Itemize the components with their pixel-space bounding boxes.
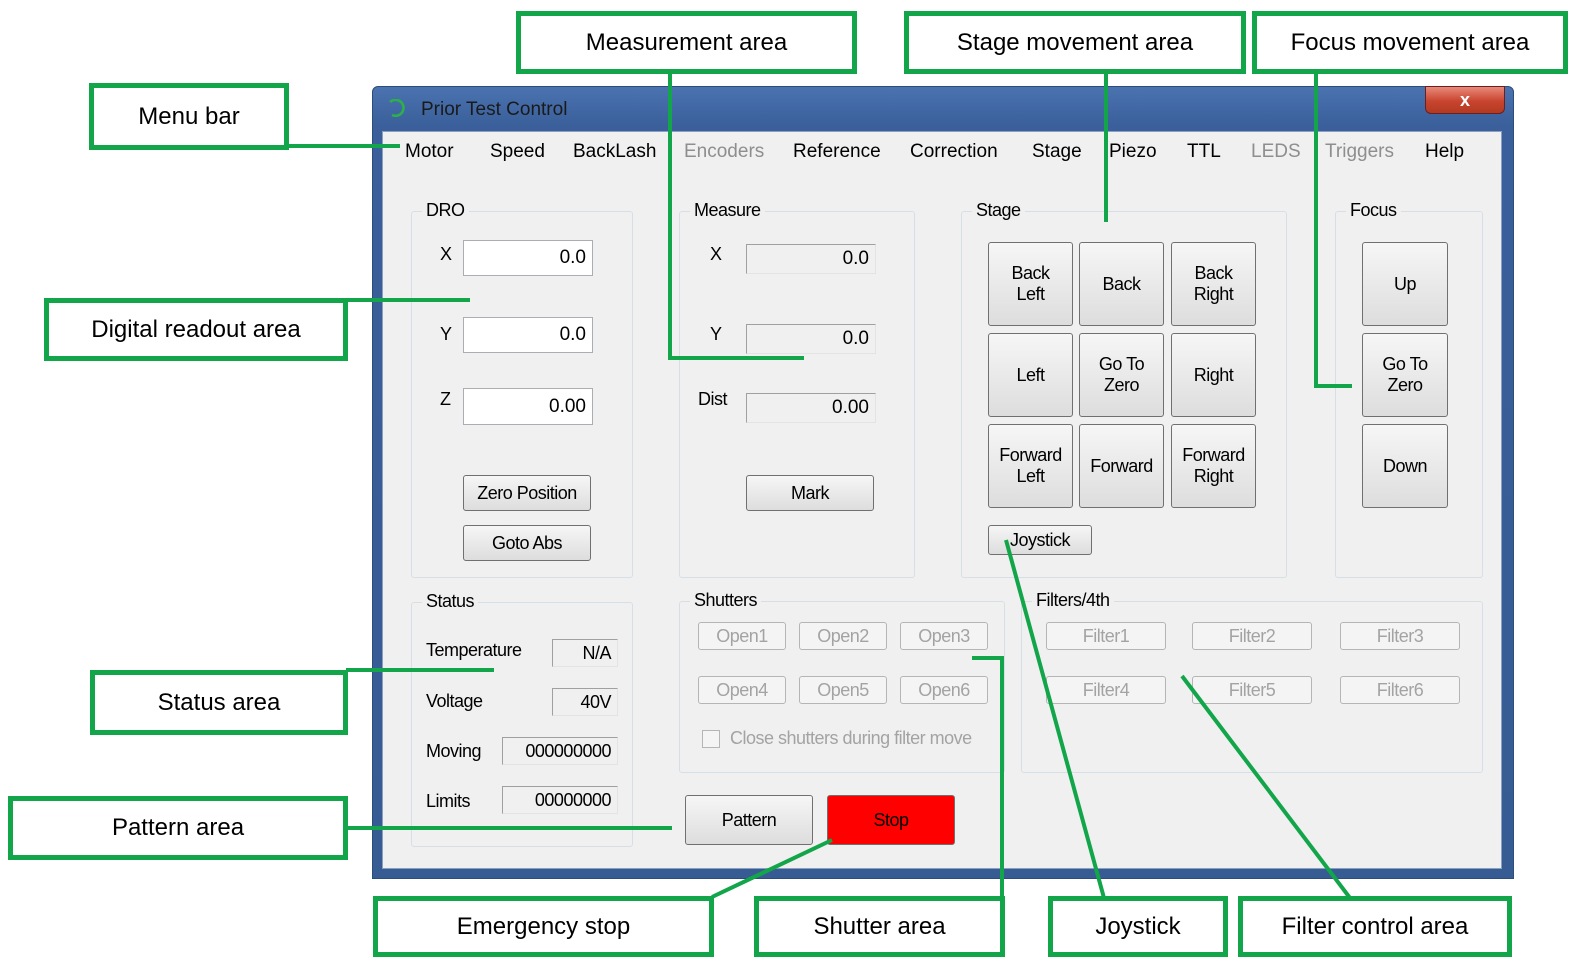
measure-title: Measure xyxy=(690,200,765,221)
temperature-label: Temperature xyxy=(426,640,522,660)
client-area: Motor Speed BackLash Encoders Reference … xyxy=(382,131,1502,869)
stage-forward-left-button[interactable]: Forward Left xyxy=(988,424,1073,508)
callout-filter-control-area: Filter control area xyxy=(1238,896,1512,957)
status-group: Status Temperature N/A Voltage 40V Movin… xyxy=(411,591,633,847)
callout-shutter-area: Shutter area xyxy=(754,896,1005,957)
filters-title: Filters/4th xyxy=(1032,590,1114,611)
measure-x-label: X xyxy=(710,244,722,264)
close-shutters-checkbox[interactable] xyxy=(702,730,720,748)
moving-field: 000000000 xyxy=(502,737,618,765)
title-bar[interactable]: Prior Test Control x xyxy=(373,86,1513,131)
callout-status-area: Status area xyxy=(90,670,348,735)
focus-group: Focus Up Go To Zero Down xyxy=(1335,200,1483,578)
focus-go-to-zero-button[interactable]: Go To Zero xyxy=(1362,333,1448,417)
measure-group: Measure X 0.0 Y 0.0 Dist 0.00 Mark xyxy=(679,200,915,578)
pattern-button[interactable]: Pattern xyxy=(685,795,813,845)
callout-pattern-area: Pattern area xyxy=(8,796,348,860)
menu-bar: Motor Speed BackLash Encoders Reference … xyxy=(383,132,1501,172)
filter5-button[interactable]: Filter5 xyxy=(1192,676,1312,704)
callout-digital-readout-area: Digital readout area xyxy=(44,298,348,361)
callout-emergency-stop: Emergency stop xyxy=(373,896,714,957)
stage-right-button[interactable]: Right xyxy=(1171,333,1256,417)
measure-dist-label: Dist xyxy=(698,389,728,409)
measure-dist-field: 0.00 xyxy=(746,393,876,423)
limits-field: 00000000 xyxy=(502,786,618,814)
filter4-button[interactable]: Filter4 xyxy=(1046,676,1166,704)
menu-piezo[interactable]: Piezo xyxy=(1109,141,1157,163)
shutters-title: Shutters xyxy=(690,590,762,611)
dro-x-field[interactable]: 0.0 xyxy=(463,240,593,276)
measure-y-field: 0.0 xyxy=(746,324,876,354)
dro-x-label: X xyxy=(440,244,452,264)
shutters-group: Shutters Open1 Open2 Open3 Open4 Open5 O… xyxy=(679,590,1005,773)
goto-abs-button[interactable]: Goto Abs xyxy=(463,525,591,561)
menu-help[interactable]: Help xyxy=(1425,141,1464,163)
menu-leds[interactable]: LEDS xyxy=(1251,141,1301,163)
menu-motor[interactable]: Motor xyxy=(405,141,454,163)
dro-z-field[interactable]: 0.00 xyxy=(463,388,593,425)
menu-speed[interactable]: Speed xyxy=(490,141,545,163)
menu-triggers[interactable]: Triggers xyxy=(1325,141,1394,163)
open2-button[interactable]: Open2 xyxy=(799,622,887,650)
voltage-field: 40V xyxy=(552,688,618,716)
focus-title: Focus xyxy=(1346,200,1401,221)
temperature-field: N/A xyxy=(552,639,618,667)
callout-menu-bar: Menu bar xyxy=(89,83,289,150)
dro-y-field[interactable]: 0.0 xyxy=(463,317,593,353)
filter3-button[interactable]: Filter3 xyxy=(1340,622,1460,650)
joystick-button[interactable]: Joystick xyxy=(988,525,1092,555)
menu-backlash[interactable]: BackLash xyxy=(573,141,656,163)
stage-back-button[interactable]: Back xyxy=(1079,242,1164,326)
close-button[interactable]: x xyxy=(1425,86,1505,114)
menu-ttl[interactable]: TTL xyxy=(1187,141,1221,163)
window-title: Prior Test Control xyxy=(421,99,568,120)
open6-button[interactable]: Open6 xyxy=(900,676,988,704)
menu-correction[interactable]: Correction xyxy=(910,141,998,163)
measure-x-field: 0.0 xyxy=(746,244,876,274)
status-title: Status xyxy=(422,591,479,612)
open3-button[interactable]: Open3 xyxy=(900,622,988,650)
stage-forward-button[interactable]: Forward xyxy=(1079,424,1164,508)
close-shutters-label: Close shutters during filter move xyxy=(730,728,972,748)
open4-button[interactable]: Open4 xyxy=(698,676,786,704)
moving-label: Moving xyxy=(426,741,482,761)
open5-button[interactable]: Open5 xyxy=(799,676,887,704)
stage-left-button[interactable]: Left xyxy=(988,333,1073,417)
dro-y-label: Y xyxy=(440,324,452,344)
filter2-button[interactable]: Filter2 xyxy=(1192,622,1312,650)
callout-stage-movement-area: Stage movement area xyxy=(904,11,1246,74)
voltage-label: Voltage xyxy=(426,691,483,711)
dro-group: DRO X 0.0 Y 0.0 Z 0.00 Zero Position Got… xyxy=(411,200,633,578)
stage-go-to-zero-button[interactable]: Go To Zero xyxy=(1079,333,1164,417)
filter6-button[interactable]: Filter6 xyxy=(1340,676,1460,704)
menu-stage[interactable]: Stage xyxy=(1032,141,1082,163)
dro-title: DRO xyxy=(422,200,469,221)
focus-down-button[interactable]: Down xyxy=(1362,424,1448,508)
filter1-button[interactable]: Filter1 xyxy=(1046,622,1166,650)
menu-encoders[interactable]: Encoders xyxy=(684,141,764,163)
zero-position-button[interactable]: Zero Position xyxy=(463,475,591,511)
stage-back-right-button[interactable]: Back Right xyxy=(1171,242,1256,326)
stop-button[interactable]: Stop xyxy=(827,795,955,845)
stage-back-left-button[interactable]: Back Left xyxy=(988,242,1073,326)
callout-joystick: Joystick xyxy=(1048,896,1228,957)
limits-label: Limits xyxy=(426,791,471,811)
open1-button[interactable]: Open1 xyxy=(698,622,786,650)
app-window: Prior Test Control x Motor Speed BackLas… xyxy=(372,86,1514,879)
measure-y-label: Y xyxy=(710,324,722,344)
callout-measurement-area: Measurement area xyxy=(516,11,857,74)
stage-title: Stage xyxy=(972,200,1025,221)
stage-group: Stage Back Left Back Back Right Left Go To… xyxy=(961,200,1287,578)
app-logo-icon xyxy=(389,99,405,117)
callout-focus-movement-area: Focus movement area xyxy=(1252,11,1568,74)
filters-group: Filters/4th Filter1 Filter2 Filter3 Filt… xyxy=(1021,590,1483,773)
menu-reference[interactable]: Reference xyxy=(793,141,881,163)
focus-up-button[interactable]: Up xyxy=(1362,242,1448,326)
stage-forward-right-button[interactable]: Forward Right xyxy=(1171,424,1256,508)
dro-z-label: Z xyxy=(440,389,451,409)
mark-button[interactable]: Mark xyxy=(746,475,874,511)
